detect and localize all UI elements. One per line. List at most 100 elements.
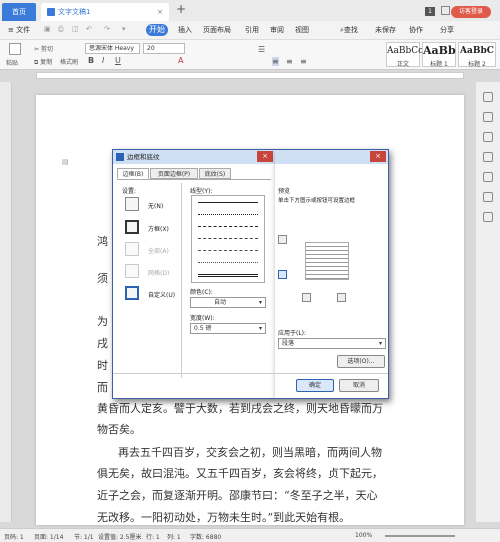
unsaved-status[interactable]: 未保存 bbox=[375, 25, 396, 35]
style-heading-1[interactable]: AaBb 标题 1 bbox=[422, 42, 456, 68]
setting-grid[interactable]: 网格(D) bbox=[148, 268, 169, 277]
paragraph-line: 黄昏而人定亥。譬于大数，若到戌会之终，则天地昏曚而万 bbox=[97, 402, 383, 415]
setting-box[interactable]: 方框(X) bbox=[148, 224, 169, 233]
dialog-title-bar[interactable]: 边框和底纹 × bbox=[113, 150, 275, 164]
tab-page-border[interactable]: 页面边框(P) bbox=[150, 168, 198, 179]
width-select[interactable]: 0.5 磅 ▾ bbox=[190, 323, 266, 334]
paste-icon[interactable] bbox=[9, 43, 21, 55]
tab-home[interactable]: 首页 bbox=[2, 3, 36, 21]
shape-icon[interactable] bbox=[483, 152, 493, 162]
zoom-slider[interactable] bbox=[385, 535, 455, 537]
login-button[interactable]: 访客登录 bbox=[451, 6, 491, 18]
setting-custom-icon[interactable] bbox=[125, 286, 139, 300]
setting-custom[interactable]: 自定义(U) bbox=[148, 290, 175, 299]
line-style-dashdot[interactable] bbox=[198, 250, 258, 251]
line-style-list[interactable] bbox=[191, 195, 265, 283]
menu-review[interactable]: 审阅 bbox=[270, 25, 284, 35]
font-color-button[interactable]: A bbox=[178, 56, 183, 65]
tab-divider bbox=[117, 179, 271, 180]
paste-button[interactable]: 粘贴 bbox=[6, 58, 18, 67]
more-icon[interactable]: ▾ bbox=[122, 25, 126, 33]
menu-view[interactable]: 视图 bbox=[295, 25, 309, 35]
export-icon[interactable]: ◫ bbox=[72, 25, 79, 33]
style-normal[interactable]: AaBbCcDd 正文 bbox=[386, 42, 436, 68]
align-right-icon[interactable]: ≡ bbox=[286, 57, 293, 66]
share-button[interactable]: 分享 bbox=[440, 25, 454, 35]
setting-box-icon[interactable] bbox=[125, 220, 139, 234]
file-menu[interactable]: ≡ 文件 bbox=[8, 25, 30, 35]
status-words[interactable]: 字数: 6880 bbox=[190, 532, 221, 541]
dialog-close-button[interactable]: × bbox=[257, 151, 273, 162]
setting-none[interactable]: 无(N) bbox=[148, 201, 163, 210]
menu-page-layout[interactable]: 页面布局 bbox=[203, 25, 231, 35]
setting-all[interactable]: 全部(A) bbox=[148, 246, 169, 255]
undo-icon[interactable]: ↶ bbox=[86, 25, 92, 33]
right-sidebar bbox=[476, 82, 500, 522]
cut-button[interactable]: ✂ 剪切 bbox=[34, 44, 53, 53]
search-menu[interactable]: ⌕查找 bbox=[340, 25, 358, 35]
apply-to-label: 应用于(L): bbox=[278, 330, 307, 337]
button-divider bbox=[113, 373, 388, 374]
color-select[interactable]: 自动 ▾ bbox=[190, 297, 266, 308]
partial-text-1: 鸿 bbox=[97, 235, 108, 248]
align-center-icon[interactable]: ≡ bbox=[272, 57, 279, 66]
apply-to-select[interactable]: 段落 ▾ bbox=[278, 338, 386, 349]
close-tab-icon[interactable]: × bbox=[157, 3, 163, 21]
line-style-dashdotdot[interactable] bbox=[198, 262, 258, 263]
window-count-badge: 1 bbox=[425, 7, 435, 16]
tab-document[interactable]: 文字文稿1 × bbox=[41, 3, 169, 21]
bullet-list-icon[interactable]: ☰ bbox=[258, 45, 265, 54]
width-label: 宽度(W): bbox=[190, 315, 215, 322]
setting-label: 设置: bbox=[122, 188, 137, 195]
settings-icon[interactable] bbox=[483, 212, 493, 222]
paragraph-line: 物否矣。 bbox=[97, 423, 141, 436]
preview-area[interactable] bbox=[305, 242, 349, 280]
tab-borders[interactable]: 边框(B) bbox=[117, 168, 149, 179]
vertical-ruler[interactable] bbox=[0, 82, 12, 522]
new-tab-button[interactable]: + bbox=[176, 2, 186, 16]
line-style-double[interactable] bbox=[198, 274, 258, 277]
share-icon[interactable] bbox=[483, 192, 493, 202]
border-top-button[interactable] bbox=[278, 235, 287, 244]
border-right-button[interactable] bbox=[337, 293, 346, 302]
pointer-icon[interactable] bbox=[483, 132, 493, 142]
close-icon[interactable]: × bbox=[370, 151, 386, 162]
redo-icon[interactable]: ↷ bbox=[104, 25, 110, 33]
italic-button[interactable]: I bbox=[102, 56, 104, 65]
ok-button[interactable]: 确定 bbox=[296, 379, 334, 392]
underline-button[interactable]: U bbox=[115, 56, 121, 65]
grid-icon[interactable] bbox=[441, 6, 450, 15]
style-heading-2[interactable]: AaBbC 标题 2 bbox=[458, 42, 496, 68]
font-size-select[interactable]: 20 bbox=[143, 43, 185, 54]
menu-start[interactable]: 开始 bbox=[146, 24, 168, 36]
line-style-solid[interactable] bbox=[198, 202, 258, 203]
options-button[interactable]: 选项(O)... bbox=[337, 355, 385, 368]
setting-grid-icon[interactable] bbox=[125, 264, 139, 278]
menu-insert[interactable]: 插入 bbox=[178, 25, 192, 35]
border-middle-button[interactable] bbox=[278, 270, 287, 279]
dashboard-icon[interactable] bbox=[483, 172, 493, 182]
print-icon[interactable]: ⎙ bbox=[58, 25, 64, 34]
border-left-button[interactable] bbox=[302, 293, 311, 302]
line-style-dotted[interactable] bbox=[198, 214, 258, 215]
line-style-dashed[interactable] bbox=[198, 226, 258, 227]
line-style-dash[interactable] bbox=[198, 238, 258, 239]
horizontal-ruler[interactable] bbox=[36, 72, 464, 79]
menu-reference[interactable]: 引用 bbox=[245, 25, 259, 35]
copy-button[interactable]: ⧉ 复制 bbox=[34, 57, 52, 67]
zoom-level[interactable]: 100% bbox=[355, 532, 372, 539]
setting-none-icon[interactable] bbox=[125, 197, 139, 211]
collab-button[interactable]: 协作 bbox=[409, 25, 423, 35]
format-painter-button[interactable]: 格式刷 bbox=[60, 57, 78, 66]
justify-icon[interactable]: ≡ bbox=[300, 57, 307, 66]
font-name-select[interactable]: 思源宋体 Heavy bbox=[85, 43, 140, 54]
adjust-icon[interactable] bbox=[483, 112, 493, 122]
bold-button[interactable]: B bbox=[88, 56, 94, 65]
dialog-app-icon bbox=[116, 153, 124, 161]
save-icon[interactable]: ▣ bbox=[44, 25, 51, 33]
cancel-button[interactable]: 取消 bbox=[339, 379, 379, 392]
paragraph-line: 近子之会，而复逐渐开明。邵康节曰：“冬至子之半，天心 bbox=[97, 489, 378, 502]
tab-shading[interactable]: 底纹(S) bbox=[199, 168, 231, 179]
setting-all-icon[interactable] bbox=[125, 242, 139, 256]
pen-icon[interactable] bbox=[483, 92, 493, 102]
